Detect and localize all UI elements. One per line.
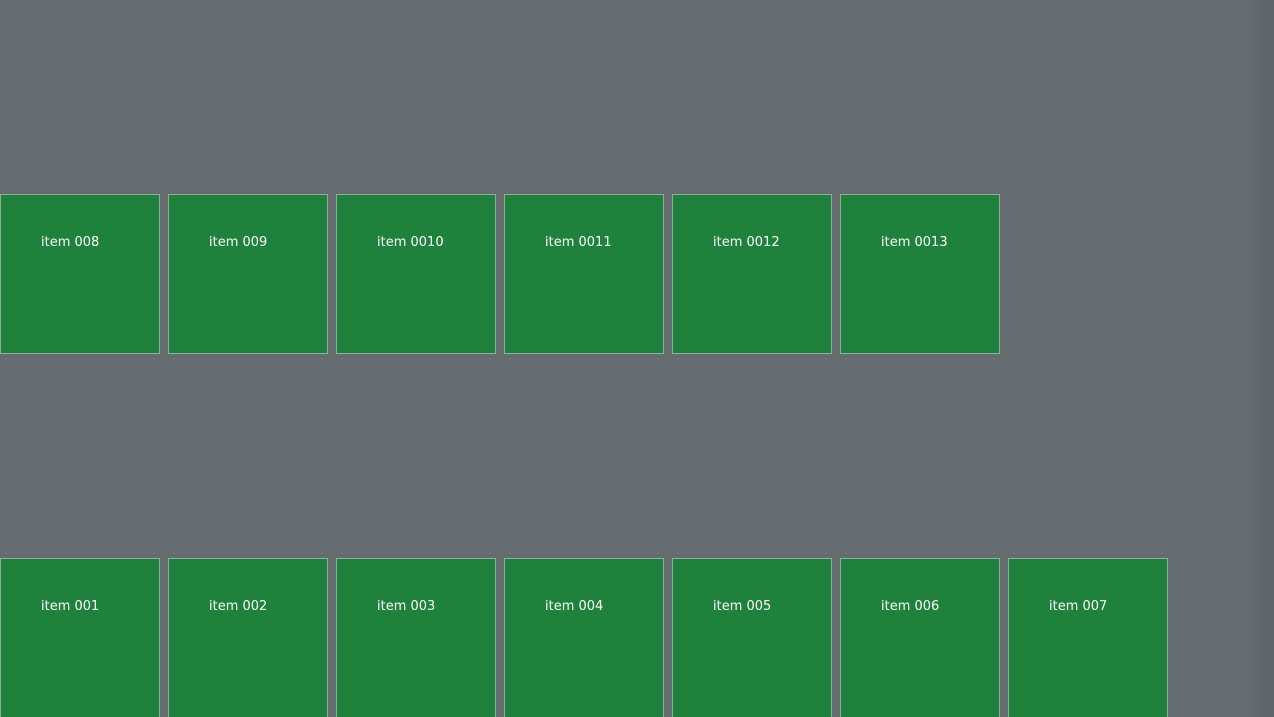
item-label: item 0013 (881, 235, 948, 250)
item-tile-003[interactable]: item 003 (336, 558, 496, 717)
item-row-top: item 008 item 009 item 0010 item 0011 it… (0, 194, 1000, 354)
item-tile-0010[interactable]: item 0010 (336, 194, 496, 354)
item-label: item 001 (41, 599, 100, 614)
item-label: item 006 (881, 599, 940, 614)
item-tile-004[interactable]: item 004 (504, 558, 664, 717)
item-tile-002[interactable]: item 002 (168, 558, 328, 717)
item-label: item 0011 (545, 235, 612, 250)
item-tile-0013[interactable]: item 0013 (840, 194, 1000, 354)
item-tile-001[interactable]: item 001 (0, 558, 160, 717)
item-tile-008[interactable]: item 008 (0, 194, 160, 354)
item-label: item 004 (545, 599, 604, 614)
item-label: item 005 (713, 599, 772, 614)
item-label: item 0010 (377, 235, 444, 250)
item-label: item 008 (41, 235, 100, 250)
scroll-gutter[interactable] (1246, 0, 1274, 717)
item-tile-007[interactable]: item 007 (1008, 558, 1168, 717)
item-tile-0011[interactable]: item 0011 (504, 194, 664, 354)
item-label: item 007 (1049, 599, 1108, 614)
item-label: item 009 (209, 235, 268, 250)
item-row-bottom: item 001 item 002 item 003 item 004 item… (0, 558, 1168, 717)
item-tile-0012[interactable]: item 0012 (672, 194, 832, 354)
page-canvas: item 008 item 009 item 0010 item 0011 it… (0, 0, 1274, 717)
item-label: item 002 (209, 599, 268, 614)
item-label: item 003 (377, 599, 436, 614)
item-label: item 0012 (713, 235, 780, 250)
item-tile-005[interactable]: item 005 (672, 558, 832, 717)
item-tile-009[interactable]: item 009 (168, 194, 328, 354)
item-tile-006[interactable]: item 006 (840, 558, 1000, 717)
